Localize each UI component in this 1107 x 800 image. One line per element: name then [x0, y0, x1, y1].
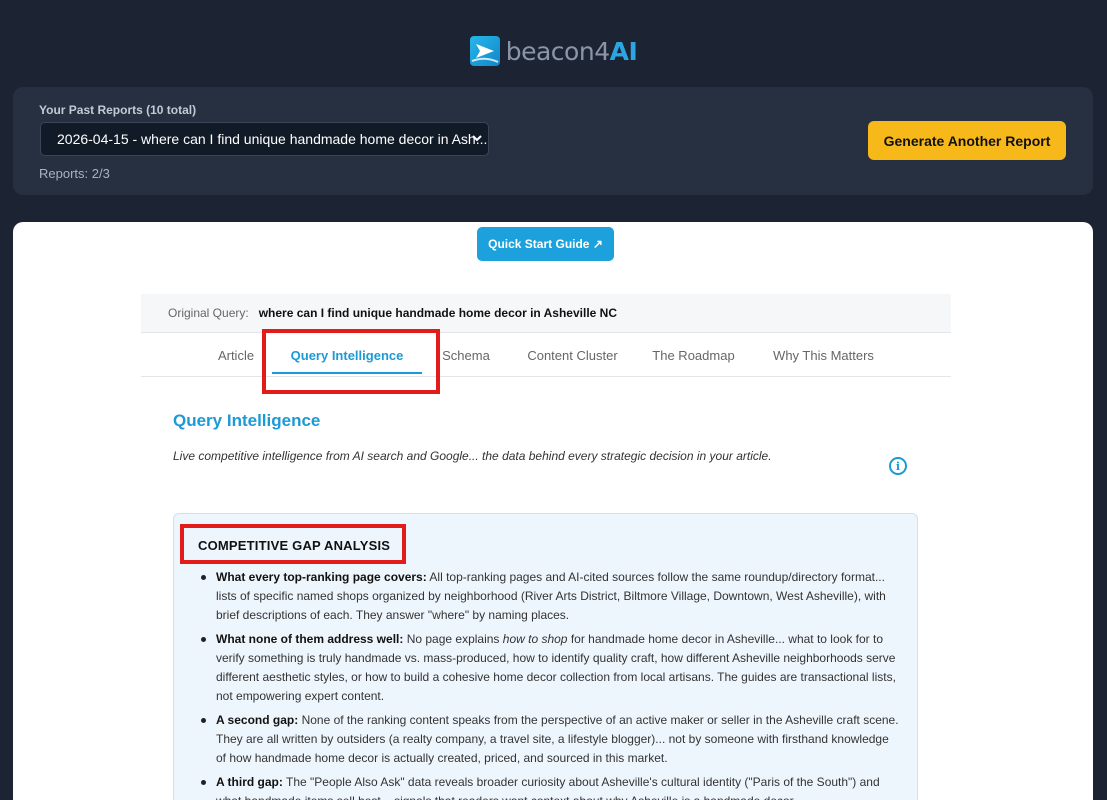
section-description: Live competitive intelligence from AI se…: [173, 449, 772, 463]
gap-analysis-list: What every top-ranking page covers: All …: [201, 568, 901, 800]
gap-list-item: What none of them address well: No page …: [201, 630, 901, 706]
competitive-gap-analysis-box: COMPETITIVE GAP ANALYSIS What every top-…: [173, 513, 918, 800]
original-query-label: Original Query:: [168, 306, 249, 320]
gap-analysis-title: COMPETITIVE GAP ANALYSIS: [198, 538, 391, 553]
gap-list-item: A second gap: None of the ranking conten…: [201, 711, 901, 768]
tab-content-cluster[interactable]: Content Cluster: [521, 333, 624, 377]
original-query-value: where can I find unique handmade home de…: [258, 306, 617, 320]
generate-report-button[interactable]: Generate Another Report: [868, 121, 1066, 160]
gap-item-heading: What none of them address well:: [216, 632, 404, 646]
chevron-down-icon: [472, 132, 482, 146]
info-icon[interactable]: i: [889, 457, 907, 475]
brand-name-prefix: beacon4: [505, 36, 610, 66]
brand-name: beacon4AI: [506, 37, 638, 66]
gap-item-heading: A third gap:: [216, 775, 283, 789]
gap-item-heading: A second gap:: [216, 713, 299, 727]
gap-item-text: None of the ranking content speaks from …: [216, 713, 899, 765]
original-query-bar: Original Query: where can I find unique …: [141, 294, 951, 333]
report-card: Quick Start Guide ↗ Original Query: wher…: [13, 222, 1093, 800]
tab-article[interactable]: Article: [206, 333, 266, 377]
tab-why-this-matters[interactable]: Why This Matters: [766, 333, 881, 377]
past-reports-panel: Your Past Reports (10 total) 2026-04-15 …: [13, 87, 1093, 195]
tab-query-intelligence[interactable]: Query Intelligence: [272, 333, 422, 377]
tab-schema[interactable]: Schema: [436, 333, 496, 377]
gap-item-text: The "People Also Ask" data reveals broad…: [216, 775, 880, 800]
gap-item-heading: What every top-ranking page covers:: [216, 570, 427, 584]
past-reports-selected-value: 2026-04-15 - where can I find unique han…: [57, 131, 488, 147]
reports-count: Reports: 2/3: [39, 166, 110, 181]
report-tabs: Article Query Intelligence Schema Conten…: [141, 333, 951, 377]
gap-item-text-before: No page explains: [403, 632, 503, 646]
active-tab-indicator: [272, 372, 422, 374]
brand-name-suffix: AI: [609, 36, 638, 66]
past-reports-select[interactable]: 2026-04-15 - where can I find unique han…: [40, 122, 489, 156]
beacon-logo-icon: [469, 36, 500, 66]
brand-logo: beacon4AI: [0, 36, 1107, 66]
gap-item-emphasis: how to shop: [502, 632, 568, 646]
past-reports-label: Your Past Reports (10 total): [39, 103, 197, 117]
gap-list-item: What every top-ranking page covers: All …: [201, 568, 901, 625]
section-title: Query Intelligence: [173, 411, 321, 430]
tab-the-roadmap[interactable]: The Roadmap: [646, 333, 741, 377]
quick-start-guide-button[interactable]: Quick Start Guide ↗: [477, 227, 614, 261]
gap-list-item: A third gap: The "People Also Ask" data …: [201, 773, 901, 800]
